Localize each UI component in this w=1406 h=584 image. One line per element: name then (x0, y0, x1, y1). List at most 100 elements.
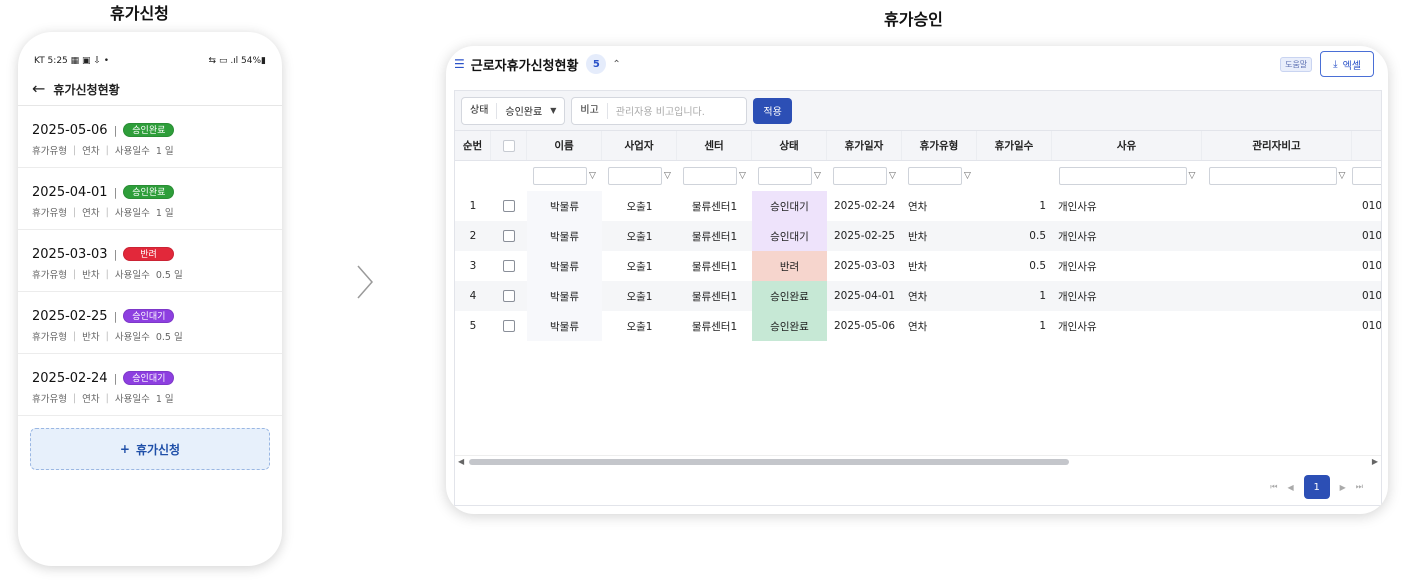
filter-icon[interactable]: ▽ (1189, 171, 1196, 181)
separator: | (72, 144, 77, 156)
row-checkbox[interactable] (503, 230, 515, 242)
note-filter-field[interactable]: 비고 관리자용 비고입니다. (571, 96, 748, 125)
mobile-page-title: 휴가신청현황 (53, 82, 120, 97)
table-row[interactable]: 4 박물류 오출1 물류센터1 승인완료 2025-04-01 연차 1 개인사… (455, 281, 1381, 311)
scrollbar-thumb[interactable] (469, 459, 1069, 465)
excel-download-button[interactable]: ⤓ 엑셀 (1320, 51, 1374, 77)
reason-filter-input[interactable] (1058, 167, 1187, 185)
note-filter-input[interactable]: 관리자용 비고입니다. (608, 103, 713, 118)
filter-icon[interactable]: ▽ (739, 171, 746, 181)
type-filter-input[interactable] (908, 167, 963, 185)
company-filter-input[interactable] (608, 167, 663, 185)
status-badge: 승인대기 (123, 371, 175, 385)
name-filter-input[interactable] (533, 167, 588, 185)
help-badge[interactable]: 도움말 (1280, 56, 1313, 72)
col-header-days[interactable]: 휴가일수 (977, 131, 1052, 160)
mobile-header: ← 휴가신청현황 (32, 76, 268, 102)
filter-icon[interactable]: ▽ (964, 171, 971, 181)
left-section-title: 휴가신청 (110, 4, 169, 23)
col-header-select[interactable] (491, 131, 527, 160)
col-header-status[interactable]: 상태 (752, 131, 827, 160)
horizontal-scrollbar[interactable]: ◀ ▶ (455, 455, 1381, 467)
current-page-button[interactable]: 1 (1303, 475, 1330, 499)
row-checkbox[interactable] (503, 320, 515, 332)
center-filter-input[interactable] (683, 167, 738, 185)
row-checkbox[interactable] (503, 200, 515, 212)
cell-admin-note (1202, 191, 1352, 221)
cell-reason: 개인사유 (1058, 260, 1097, 273)
col-header-company[interactable]: 사업자 (602, 131, 677, 160)
col-header-date[interactable]: 휴가일자 (827, 131, 902, 160)
column-filter-row: ▽ ▽ ▽ ▽ ▽ ▽ ▽ ▽ (455, 161, 1381, 191)
last-page-icon[interactable]: ⏭ (1356, 482, 1363, 492)
col-header-name[interactable]: 이름 (527, 131, 602, 160)
cell-reason: 개인사유 (1058, 320, 1097, 333)
table-header-row: 순번 이름 사업자 센터 상태 휴가일자 휴가유형 휴가일수 사유 관리자비고 (455, 131, 1381, 161)
apply-filter-button[interactable]: 적용 (753, 97, 792, 124)
date-filter-input[interactable] (833, 167, 888, 185)
cell-name: 박물류 (527, 251, 602, 281)
row-checkbox[interactable] (503, 290, 515, 302)
table-row[interactable]: 3 박물류 오출1 물류센터1 반려 2025-03-03 반차 0.5 개인사… (455, 251, 1381, 281)
cell-admin-note (1202, 281, 1352, 311)
select-all-checkbox[interactable] (502, 139, 515, 152)
prev-page-icon[interactable]: ◀ (1287, 483, 1293, 492)
col-header-center[interactable]: 센터 (677, 131, 752, 160)
scroll-left-icon[interactable]: ◀ (458, 456, 464, 468)
separator: | (113, 247, 118, 261)
cell-company: 오출1 (626, 260, 653, 273)
first-page-icon[interactable]: ⏮ (1270, 482, 1277, 492)
cell-status: 승인대기 (752, 221, 827, 251)
apply-leave-button[interactable]: + 휴가신청 (30, 428, 270, 470)
pagination: ⏮ ◀ 1 ▶ ⏭ (1270, 475, 1363, 499)
filter-icon[interactable]: ▽ (814, 171, 821, 181)
scroll-right-icon[interactable]: ▶ (1372, 456, 1378, 468)
cell-name: 박물류 (527, 311, 602, 341)
cell-company: 오출1 (626, 230, 653, 243)
phone-filter-input[interactable] (1352, 167, 1381, 185)
panel-title: 근로자휴가신청현황 (470, 58, 579, 74)
admin-note-filter-input[interactable] (1208, 167, 1337, 185)
desktop-approval-panel: ☰ 근로자휴가신청현황 5 ⌃ 도움말 ⤓ 엑셀 상태 승인완료 ▼ 비고 관리… (446, 46, 1388, 514)
col-header-reason[interactable]: 사유 (1052, 131, 1202, 160)
separator: | (105, 330, 109, 342)
leave-item[interactable]: 2025-04-01 | 승인완료 휴가유형 | 연차 | 사용일수 1 일 (18, 168, 282, 230)
back-arrow-icon[interactable]: ← (32, 81, 45, 97)
cell-date: 2025-02-24 (833, 200, 896, 212)
days-value: 0.5 일 (155, 270, 183, 281)
cell-phone: 010 (1361, 320, 1382, 332)
filter-icon[interactable]: ▽ (889, 171, 896, 181)
leave-item[interactable]: 2025-05-06 | 승인완료 휴가유형 | 연차 | 사용일수 1 일 (18, 106, 282, 168)
col-header-phone[interactable] (1352, 131, 1381, 160)
filter-icon[interactable]: ▽ (1339, 171, 1346, 181)
status-badge: 반려 (123, 247, 174, 261)
status-filter-select[interactable]: 상태 승인완료 ▼ (461, 96, 566, 125)
days-value: 1 일 (155, 208, 174, 219)
next-page-icon[interactable]: ▶ (1340, 483, 1346, 492)
cell-center: 물류센터1 (691, 260, 738, 273)
list-icon: ☰ (454, 57, 465, 71)
status-bar: KT 5:25 ▦ ▣ ⇩ • ⇆ ▭ .ıl 54%▮ (34, 54, 266, 68)
cell-no: 5 (469, 320, 477, 332)
status-filter-input[interactable] (758, 167, 813, 185)
col-header-no[interactable]: 순번 (455, 131, 491, 160)
filter-icon[interactable]: ▽ (589, 171, 596, 181)
col-header-admin-note[interactable]: 관리자비고 (1202, 131, 1352, 160)
chevron-up-icon[interactable]: ⌃ (612, 59, 620, 70)
separator: | (105, 206, 109, 218)
cell-date: 2025-04-01 (833, 290, 896, 302)
filter-icon[interactable]: ▽ (664, 171, 671, 181)
days-value: 1 일 (155, 146, 174, 157)
days-label: 사용일수 (114, 394, 150, 405)
leave-item[interactable]: 2025-02-25 | 승인대기 휴가유형 | 반차 | 사용일수 0.5 일 (18, 292, 282, 354)
leave-item[interactable]: 2025-03-03 | 반려 휴가유형 | 반차 | 사용일수 0.5 일 (18, 230, 282, 292)
table-row[interactable]: 2 박물류 오출1 물류센터1 승인대기 2025-02-25 반차 0.5 개… (455, 221, 1381, 251)
cell-days: 0.5 (1029, 230, 1046, 242)
row-checkbox[interactable] (503, 260, 515, 272)
col-header-type[interactable]: 휴가유형 (902, 131, 977, 160)
cell-days: 1 (1039, 200, 1046, 212)
leave-item[interactable]: 2025-02-24 | 승인대기 휴가유형 | 연차 | 사용일수 1 일 (18, 354, 282, 416)
download-icon: ⤓ (1333, 58, 1338, 70)
table-row[interactable]: 5 박물류 오출1 물류센터1 승인완료 2025-05-06 연차 1 개인사… (455, 311, 1382, 341)
table-row[interactable]: 1 박물류 오출1 물류센터1 승인대기 2025-02-24 연차 1 개인사… (455, 191, 1381, 221)
